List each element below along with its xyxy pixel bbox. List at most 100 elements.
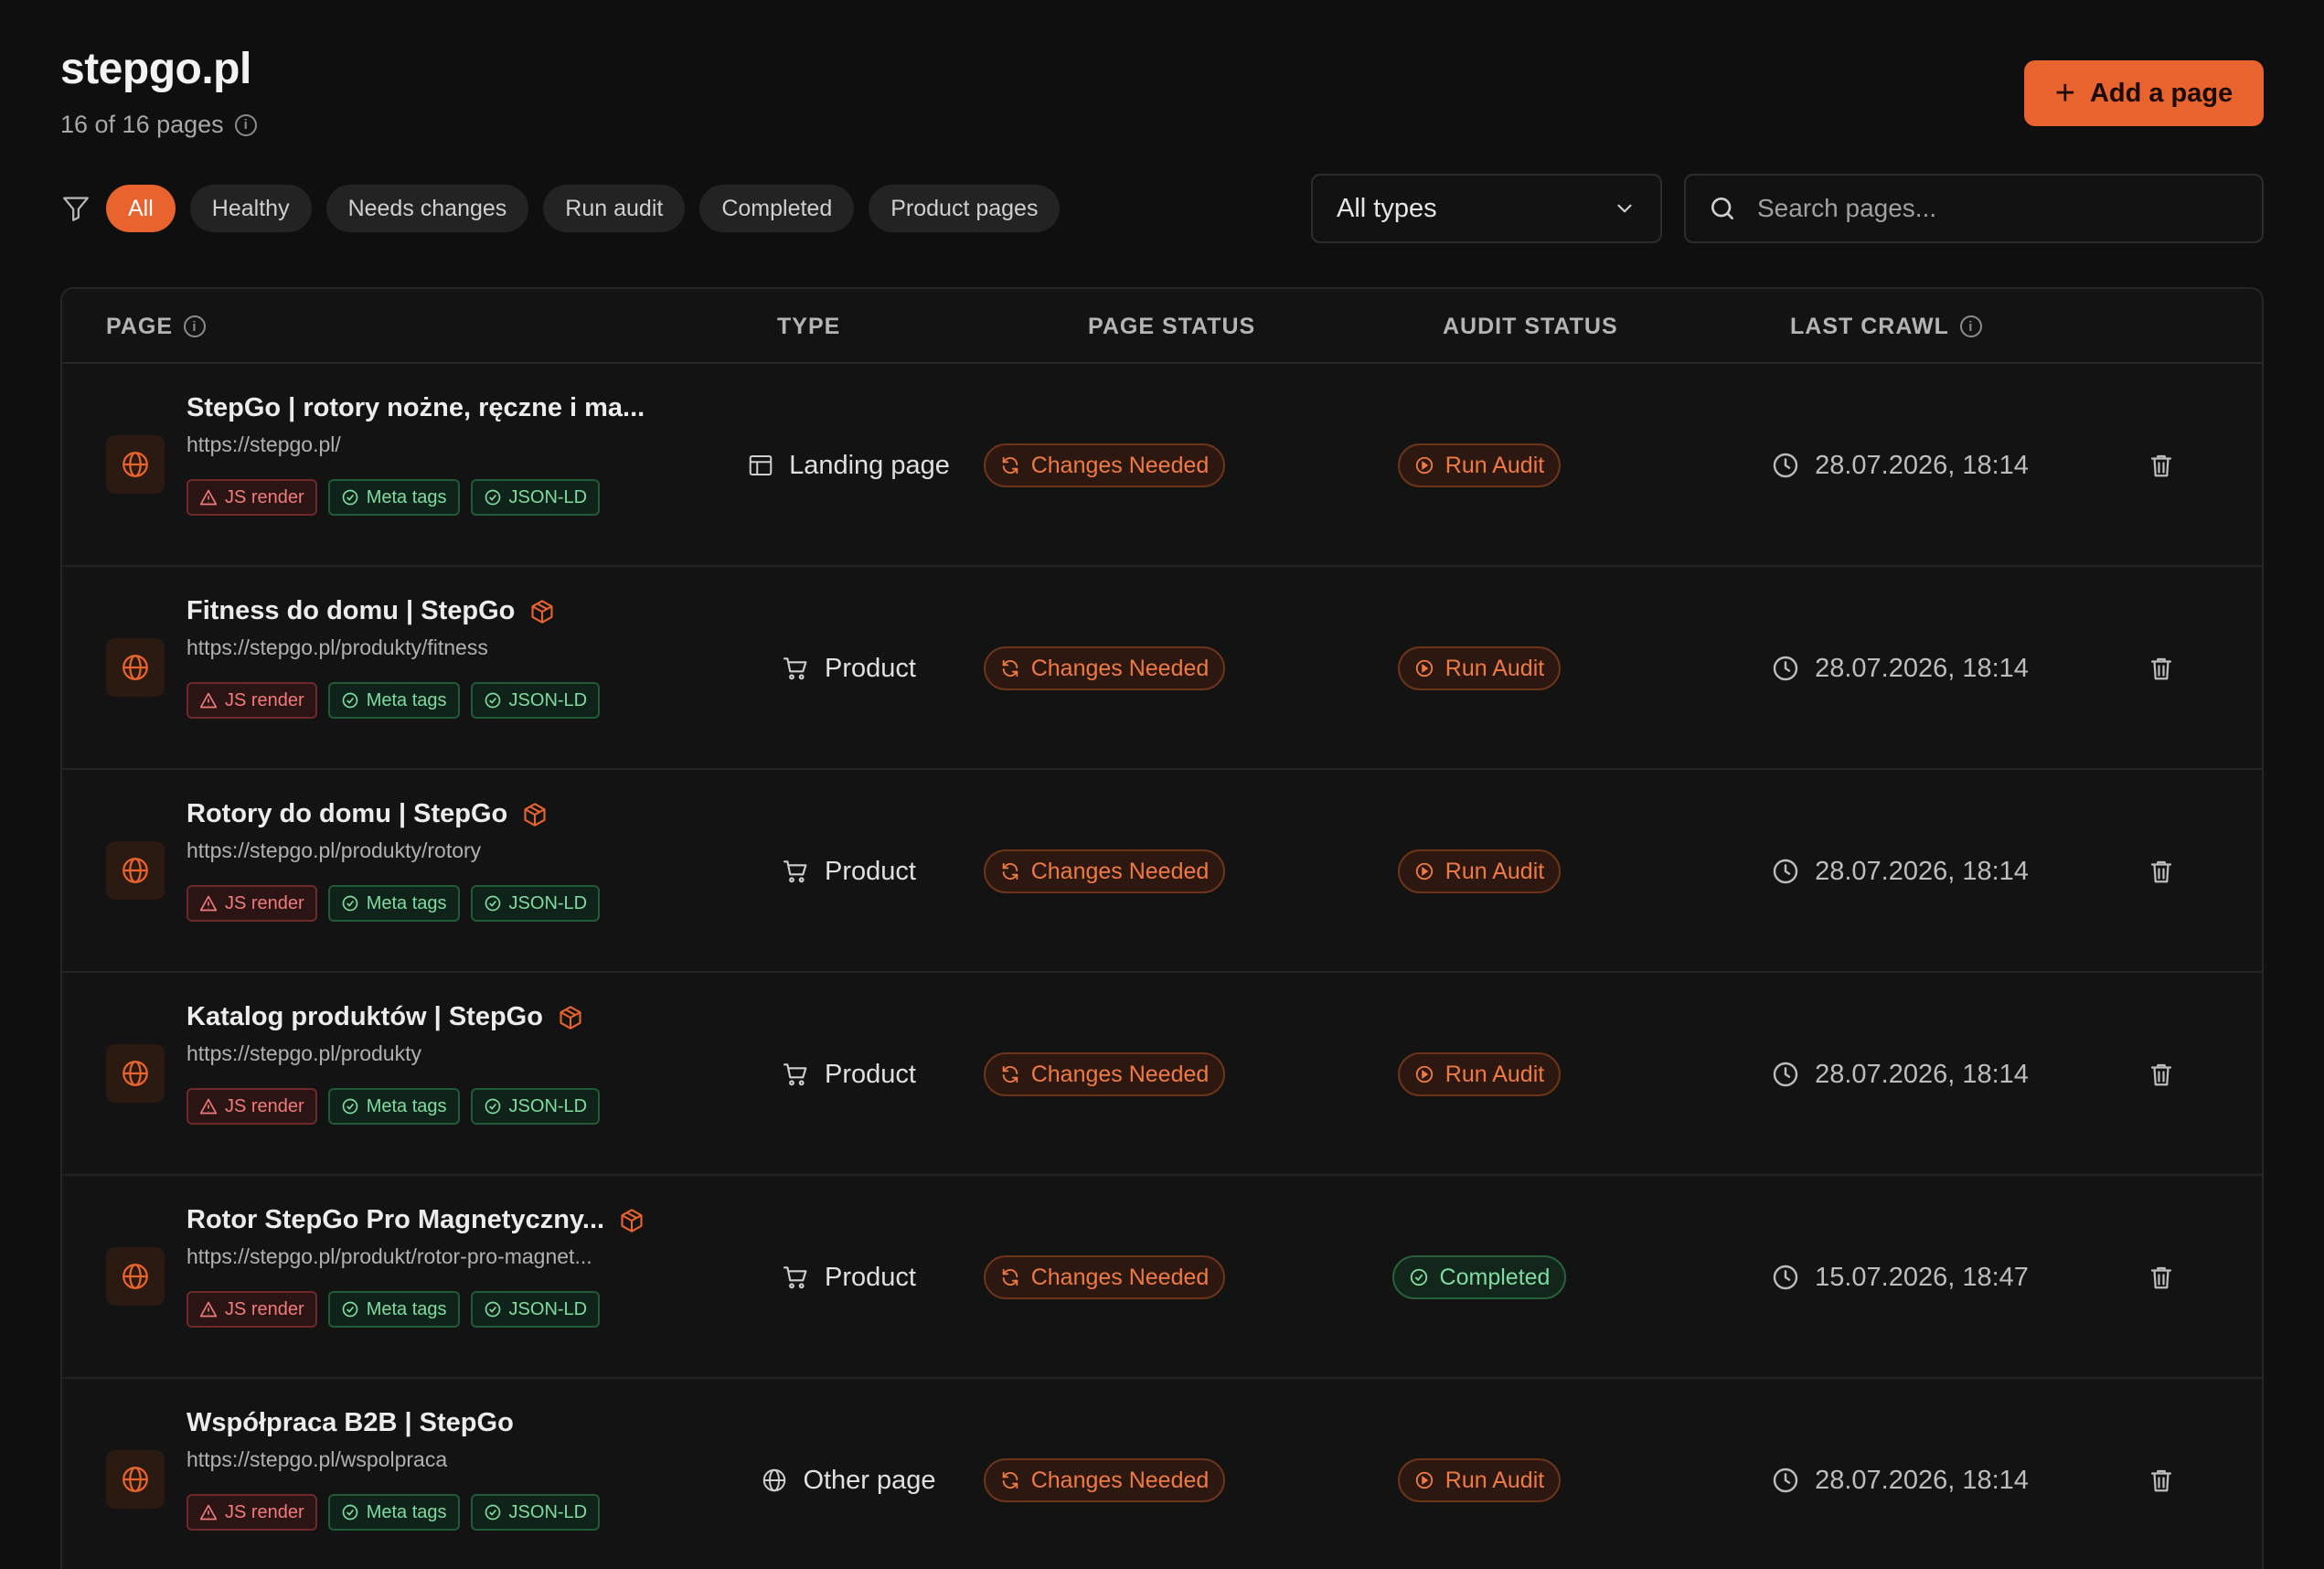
audit-status-badge[interactable]: Run Audit (1397, 849, 1562, 893)
type-cell: Product (702, 973, 995, 1176)
page-status-badge[interactable]: Changes Needed (983, 443, 1226, 487)
check-circle-icon (485, 692, 500, 709)
tag-json-ld: JSON-LD (470, 682, 601, 719)
tag-label: JS render (225, 1095, 304, 1116)
row-url: https://stepgo.pl/produkt/rotor-pro-magn… (187, 1244, 592, 1268)
clock-icon (1773, 656, 1798, 681)
layout-icon (749, 455, 773, 475)
page-status-badge[interactable]: Changes Needed (983, 1052, 1226, 1096)
delete-button[interactable] (2132, 770, 2191, 973)
table-row[interactable]: StepGo | rotory nożne, ręczne i ma... ht… (62, 364, 2262, 567)
page-title-row: Rotor StepGo Pro Magnetyczny... (187, 1205, 662, 1235)
search-input[interactable] (1757, 194, 2240, 223)
tag-js-render: JS render (187, 1291, 317, 1328)
row-type: Landing page (789, 450, 950, 480)
tag-label: JSON-LD (508, 689, 588, 710)
tag-label: JS render (225, 486, 304, 507)
info-icon[interactable]: i (184, 315, 206, 337)
audit-status-label: Run Audit (1445, 1467, 1545, 1493)
delete-button[interactable] (2132, 364, 2191, 567)
pages-table: PAGE i TYPE PAGE STATUS AUDIT STATUS LAS… (60, 287, 2264, 1569)
tag-label: JSON-LD (508, 1298, 588, 1319)
clock-icon (1773, 453, 1798, 478)
tag-list: JS render Meta tags JSON-LD (187, 1494, 662, 1531)
tag-label: Meta tags (366, 1095, 447, 1116)
page-status-badge[interactable]: Changes Needed (983, 849, 1226, 893)
audit-status-badge[interactable]: Run Audit (1397, 646, 1562, 690)
cart-icon (783, 1266, 807, 1289)
audit-status-badge[interactable]: Run Audit (1397, 1052, 1562, 1096)
filter-chip-product-pages[interactable]: Product pages (869, 185, 1061, 232)
page-count-text: 16 of 16 pages (60, 111, 224, 138)
type-cell: Product (702, 770, 995, 973)
tag-label: Meta tags (366, 689, 447, 710)
globe-icon (106, 1247, 165, 1306)
row-title[interactable]: Rotor StepGo Pro Magnetyczny... (187, 1205, 604, 1235)
check-circle-icon (342, 895, 358, 912)
page-status-badge[interactable]: Changes Needed (983, 646, 1226, 690)
table-row[interactable]: Współpraca B2B | StepGo https://stepgo.p… (62, 1379, 2262, 1569)
table-row[interactable]: Rotory do domu | StepGo https://stepgo.p… (62, 770, 2262, 973)
table-row[interactable]: Fitness do domu | StepGo https://stepgo.… (62, 567, 2262, 770)
package-icon (560, 1005, 581, 1030)
filter-icon[interactable] (60, 193, 91, 224)
filter-chip-completed[interactable]: Completed (699, 185, 855, 232)
last-crawl-cell: 28.07.2026, 18:14 (1754, 364, 2046, 567)
column-audit-status: AUDIT STATUS (1443, 289, 1618, 364)
column-page-label: PAGE (106, 313, 173, 339)
row-title[interactable]: Fitness do domu | StepGo (187, 596, 515, 626)
row-title[interactable]: Rotory do domu | StepGo (187, 799, 507, 829)
row-url: https://stepgo.pl/ (187, 432, 341, 456)
refresh-icon (1002, 862, 1018, 881)
delete-button[interactable] (2132, 1379, 2191, 1569)
audit-status-label: Run Audit (1445, 1061, 1545, 1087)
tag-label: JS render (225, 1298, 304, 1319)
row-title[interactable]: Katalog produktów | StepGo (187, 1002, 543, 1032)
delete-button[interactable] (2132, 1176, 2191, 1379)
check-circle-icon (485, 1504, 500, 1521)
info-icon[interactable]: i (234, 113, 257, 136)
filter-chip-all[interactable]: All (106, 185, 176, 232)
trash-icon (2150, 1063, 2172, 1086)
audit-status-badge[interactable]: Run Audit (1397, 1458, 1562, 1502)
tag-label: Meta tags (366, 1298, 447, 1319)
tag-json-ld: JSON-LD (470, 1494, 601, 1531)
page-status-badge[interactable]: Changes Needed (983, 1458, 1226, 1502)
type-select[interactable]: All types (1311, 174, 1662, 243)
page-title-row: Współpraca B2B | StepGo (187, 1408, 662, 1438)
tag-label: Meta tags (366, 486, 447, 507)
play-circle-icon (1415, 456, 1433, 475)
audit-status-badge[interactable]: Completed (1391, 1255, 1567, 1299)
filter-chip-run-audit[interactable]: Run audit (543, 185, 686, 232)
play-circle-icon (1415, 1471, 1433, 1489)
check-circle-icon (485, 489, 500, 506)
check-circle-icon (342, 692, 358, 709)
delete-button[interactable] (2132, 567, 2191, 770)
delete-button[interactable] (2132, 973, 2191, 1176)
tag-meta-tags: Meta tags (327, 1088, 460, 1125)
table-row[interactable]: Rotor StepGo Pro Magnetyczny... https://… (62, 1176, 2262, 1379)
page-status-label: Changes Needed (1030, 655, 1210, 681)
column-type: TYPE (777, 289, 840, 364)
filter-chip-needs-changes[interactable]: Needs changes (325, 185, 529, 232)
row-last-crawl: 28.07.2026, 18:14 (1815, 1059, 2029, 1089)
page-status-badge[interactable]: Changes Needed (983, 1255, 1226, 1299)
tag-label: Meta tags (366, 892, 447, 913)
type-cell: Other page (702, 1379, 995, 1569)
row-type: Product (825, 1059, 916, 1089)
info-icon[interactable]: i (1959, 315, 1982, 337)
globe-icon (106, 638, 165, 697)
row-title[interactable]: Współpraca B2B | StepGo (187, 1408, 514, 1438)
row-last-crawl: 28.07.2026, 18:14 (1815, 856, 2029, 886)
plus-icon: + (2054, 74, 2075, 112)
warning-icon (199, 895, 218, 912)
check-circle-icon (485, 895, 500, 912)
add-page-button[interactable]: + Add a page (2024, 60, 2264, 126)
filter-chip-healthy[interactable]: Healthy (189, 185, 312, 232)
play-circle-icon (1415, 862, 1433, 881)
audit-status-badge[interactable]: Run Audit (1397, 443, 1562, 487)
row-title[interactable]: StepGo | rotory nożne, ręczne i ma... (187, 393, 645, 423)
table-row[interactable]: Katalog produktów | StepGo https://stepg… (62, 973, 2262, 1176)
page-title: stepgo.pl (60, 45, 251, 93)
refresh-icon (1002, 1268, 1018, 1286)
